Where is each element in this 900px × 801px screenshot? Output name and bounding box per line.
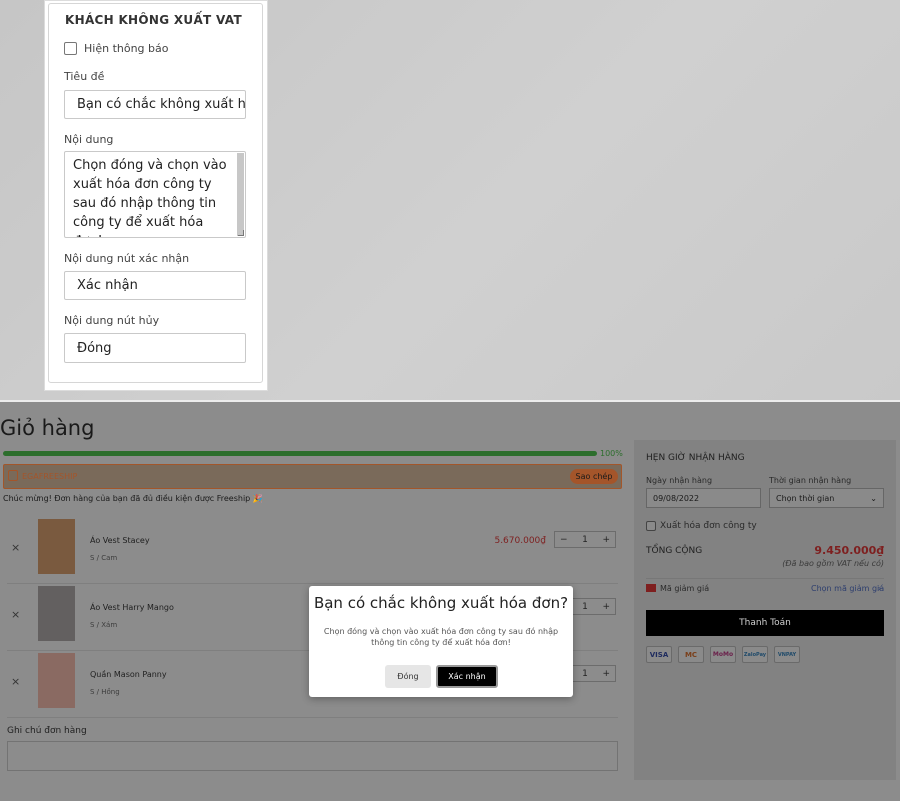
- cancel-text-label: Nội dung nút hủy: [64, 314, 160, 327]
- settings-card: KHÁCH KHÔNG XUẤT VAT Hiện thông báo Tiêu…: [48, 3, 263, 383]
- freeship-progress-label: 100%: [600, 449, 623, 458]
- product-variant: S / Hồng: [90, 688, 120, 696]
- mastercard-icon: MC: [678, 646, 704, 663]
- coupon-code: EGAFREESHIP: [22, 472, 78, 481]
- product-image[interactable]: [38, 519, 75, 574]
- vnpay-icon: VNPAY: [774, 646, 800, 663]
- invoice-label: Xuất hóa đơn công ty: [660, 521, 757, 531]
- product-name[interactable]: Quần Mason Panny: [90, 670, 167, 679]
- confirm-dialog: Bạn có chắc không xuất hóa đơn? Chọn đón…: [309, 586, 573, 697]
- settings-panel: KHÁCH KHÔNG XUẤT VAT Hiện thông báo Tiêu…: [44, 0, 268, 391]
- confirm-text-input[interactable]: Xác nhận: [64, 271, 246, 300]
- title-label: Tiêu đề: [64, 70, 105, 83]
- remove-item-icon[interactable]: ×: [11, 608, 20, 621]
- dialog-content: Chọn đóng và chọn vào xuất hóa đơn công …: [323, 627, 559, 647]
- show-notification-label: Hiện thông báo: [84, 42, 169, 55]
- time-label: Thời gian nhận hàng: [769, 476, 852, 485]
- show-notification-checkbox[interactable]: [64, 42, 77, 55]
- quantity-value[interactable]: 1: [582, 669, 588, 679]
- textarea-scrollbar[interactable]: [237, 153, 244, 236]
- product-price: 5.670.000₫: [494, 536, 546, 546]
- content-label: Nội dung: [64, 133, 114, 146]
- quantity-stepper[interactable]: − 1 +: [554, 531, 616, 548]
- background-area: KHÁCH KHÔNG XUẤT VAT Hiện thông báo Tiêu…: [0, 0, 900, 401]
- discount-divider: [646, 578, 884, 579]
- chevron-down-icon: ⌄: [870, 493, 877, 503]
- tag-icon: [8, 470, 18, 481]
- visa-icon: VISA: [646, 646, 672, 663]
- discount-label: Mã giảm giá: [660, 584, 710, 593]
- cancel-text-input[interactable]: Đóng: [64, 333, 246, 363]
- product-image[interactable]: [38, 653, 75, 708]
- product-variant: S / Xám: [90, 621, 118, 629]
- checkout-sidebar: HẸN GIỜ NHẬN HÀNG Ngày nhận hàng 09/08/2…: [634, 440, 896, 780]
- vat-note: (Đã bao gồm VAT nếu có): [782, 559, 884, 568]
- product-name[interactable]: Áo Vest Harry Mango: [90, 603, 174, 612]
- copy-coupon-button[interactable]: Sao chép: [570, 469, 618, 484]
- confirm-text-label: Nội dung nút xác nhận: [64, 252, 190, 265]
- dialog-cancel-button[interactable]: Đóng: [385, 665, 431, 688]
- chevron-right-icon[interactable]: ›: [878, 584, 881, 593]
- time-select[interactable]: Chọn thời gian ⌄: [769, 488, 884, 508]
- delivery-schedule-heading: HẸN GIỜ NHẬN HÀNG: [646, 453, 745, 463]
- product-name[interactable]: Áo Vest Stacey: [90, 536, 150, 545]
- choose-discount-link[interactable]: Chọn mã giảm giá: [811, 584, 884, 593]
- remove-item-icon[interactable]: ×: [11, 541, 20, 554]
- checkout-button[interactable]: Thanh Toán: [646, 610, 884, 636]
- total-value: 9.450.000₫: [814, 544, 884, 557]
- title-input[interactable]: Bạn có chắc không xuất hóa đơn?: [64, 90, 246, 119]
- freeship-coupon-box: EGAFREESHIP Sao chép: [3, 464, 622, 489]
- date-input[interactable]: 09/08/2022: [646, 488, 761, 508]
- total-label: TỔNG CỘNG: [646, 546, 703, 556]
- plus-icon[interactable]: +: [602, 535, 610, 545]
- quantity-value[interactable]: 1: [582, 535, 588, 545]
- quantity-value[interactable]: 1: [582, 602, 588, 612]
- content-textarea[interactable]: Chọn đóng và chọn vào xuất hóa đơn công …: [64, 151, 246, 238]
- dialog-confirm-button[interactable]: Xác nhận: [436, 665, 498, 688]
- cart-item: × Áo Vest Stacey S / Cam 5.670.000₫ − 1 …: [7, 517, 618, 584]
- dialog-title: Bạn có chắc không xuất hóa đơn?: [313, 594, 569, 612]
- plus-icon[interactable]: +: [602, 602, 610, 612]
- settings-heading: KHÁCH KHÔNG XUẤT VAT: [65, 13, 242, 27]
- product-variant: S / Cam: [90, 554, 118, 562]
- freeship-progress-bar: [3, 451, 597, 456]
- freeship-message: Chúc mừng! Đơn hàng của bạn đã đủ điều k…: [3, 494, 263, 503]
- resize-grip-icon[interactable]: [238, 230, 244, 236]
- content-text: Chọn đóng và chọn vào xuất hóa đơn công …: [73, 158, 227, 237]
- plus-icon[interactable]: +: [602, 669, 610, 679]
- remove-item-icon[interactable]: ×: [11, 675, 20, 688]
- date-label: Ngày nhận hàng: [646, 476, 713, 485]
- coupon-icon: [646, 584, 656, 592]
- minus-icon[interactable]: −: [560, 535, 568, 545]
- cart-title: Giỏ hàng: [0, 416, 95, 440]
- time-select-value: Chọn thời gian: [776, 493, 835, 503]
- momo-icon: MoMo: [710, 646, 736, 663]
- product-image[interactable]: [38, 586, 75, 641]
- order-note-label: Ghi chú đơn hàng: [7, 726, 87, 736]
- order-note-input[interactable]: [7, 741, 618, 771]
- invoice-checkbox[interactable]: [646, 521, 656, 531]
- zalopay-icon: ZaloPay: [742, 646, 768, 663]
